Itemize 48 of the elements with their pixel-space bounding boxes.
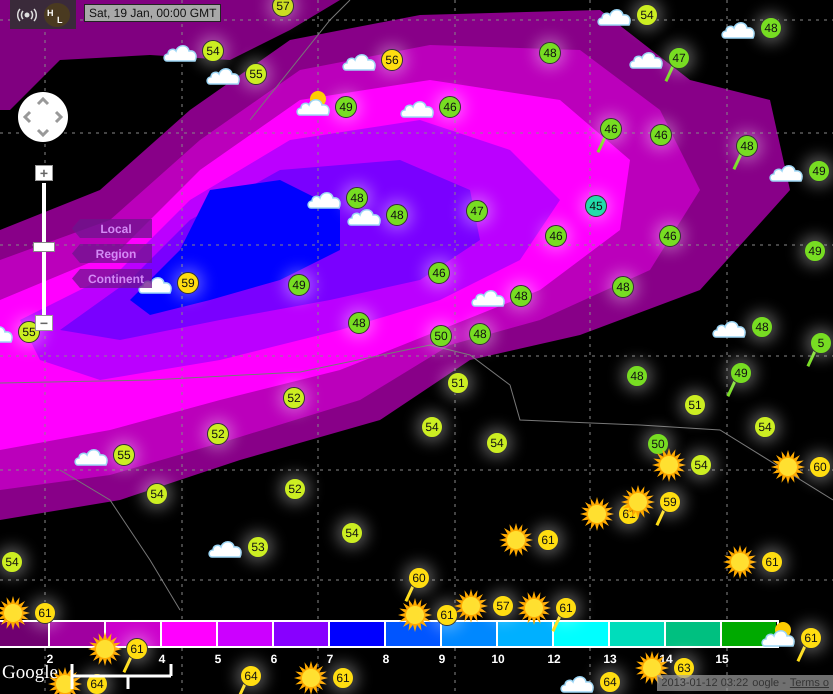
pressure-button[interactable]: H L bbox=[44, 2, 70, 26]
map-type-button[interactable]: Local bbox=[72, 219, 152, 238]
zoom-out-button[interactable]: − bbox=[35, 315, 53, 331]
cloud-icon bbox=[163, 42, 199, 62]
forecast-date: Sat, 19 Jan, 00:00 GMT bbox=[84, 4, 222, 22]
sun-icon bbox=[454, 589, 488, 623]
sun-icon bbox=[517, 591, 551, 625]
timestamp: 2013-01-12 03:22 bbox=[661, 677, 748, 689]
cloud-icon bbox=[712, 318, 748, 338]
cloud-sun-icon bbox=[296, 90, 332, 116]
zoom-in-button[interactable]: + bbox=[35, 165, 53, 181]
legend-label: 7 bbox=[326, 652, 334, 666]
sun-icon bbox=[294, 661, 328, 694]
cloud-icon bbox=[560, 673, 596, 693]
legend-label: 12 bbox=[547, 652, 561, 666]
cloud-icon bbox=[342, 51, 378, 71]
cloud-icon bbox=[208, 538, 244, 558]
cloud-icon bbox=[400, 98, 436, 118]
sun-icon bbox=[0, 596, 30, 630]
pan-control[interactable] bbox=[17, 91, 69, 143]
sun-icon bbox=[580, 497, 614, 531]
legend-label: 5 bbox=[214, 652, 222, 666]
cloud-icon bbox=[471, 287, 507, 307]
sun-icon bbox=[398, 598, 432, 632]
broadcast-icon[interactable] bbox=[16, 6, 38, 22]
cloud-icon bbox=[74, 446, 110, 466]
legend-label: 8 bbox=[382, 652, 390, 666]
cloud-icon bbox=[206, 65, 242, 85]
legend-label: 9 bbox=[438, 652, 446, 666]
cloud-icon bbox=[769, 162, 805, 182]
sun-icon bbox=[723, 545, 757, 579]
cloud-icon bbox=[629, 49, 665, 69]
sun-icon bbox=[621, 485, 655, 519]
cloud-icon bbox=[721, 19, 757, 39]
legend-label: 4 bbox=[158, 652, 166, 666]
legend-label: 10 bbox=[491, 652, 505, 666]
sun-icon bbox=[652, 448, 686, 482]
legend-label: 13 bbox=[603, 652, 617, 666]
cloud-icon bbox=[347, 206, 383, 226]
cloud-icon bbox=[597, 6, 633, 26]
zoom-slider-handle[interactable] bbox=[33, 242, 55, 252]
cloud-icon bbox=[307, 189, 343, 209]
sun-icon bbox=[499, 523, 533, 557]
legend-label: 15 bbox=[715, 652, 729, 666]
sun-icon bbox=[771, 450, 805, 484]
sun-icon bbox=[88, 632, 122, 666]
legend-label: 6 bbox=[270, 652, 278, 666]
attribution-text: oogle - bbox=[752, 677, 786, 689]
